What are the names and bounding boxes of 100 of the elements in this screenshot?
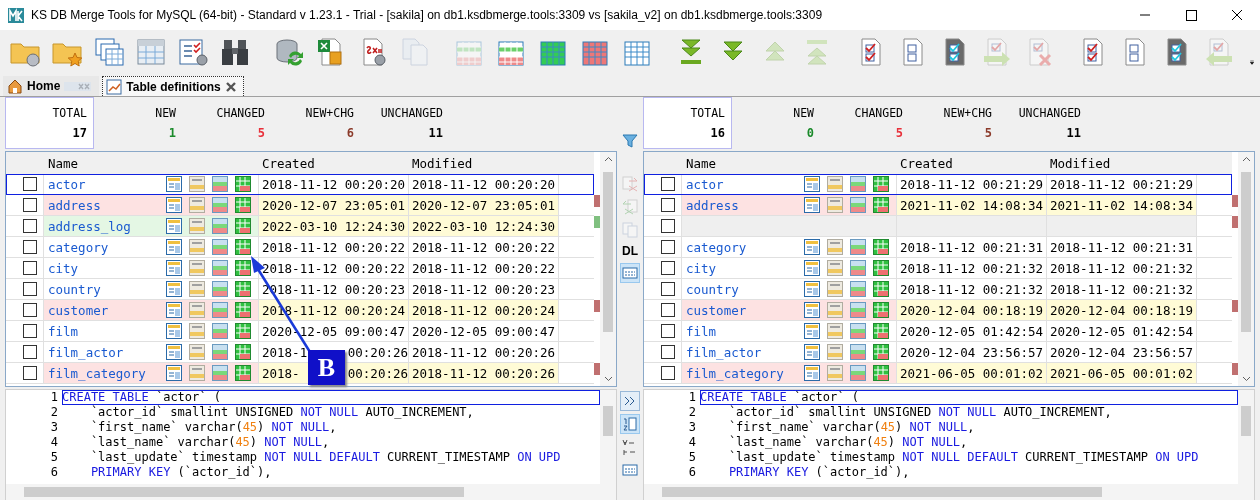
data-grid-icon[interactable]	[211, 322, 229, 340]
close-icon[interactable]	[224, 80, 237, 93]
data-grid-icon[interactable]	[849, 280, 867, 298]
definition-icon[interactable]	[165, 280, 183, 298]
table-name[interactable]: actor	[48, 176, 160, 192]
select-icon[interactable]	[826, 301, 844, 319]
summary-tile[interactable]: TOTAL 16	[643, 97, 732, 149]
checkbox[interactable]	[22, 345, 37, 359]
definition-icon[interactable]	[803, 343, 821, 361]
summary-tile[interactable]: NEW+CHG 6	[272, 97, 361, 149]
data-grid-icon[interactable]	[849, 238, 867, 256]
column-header[interactable]: Name	[44, 155, 259, 171]
checkbox[interactable]	[660, 345, 675, 359]
tab[interactable]: Table definitions	[102, 76, 244, 96]
definition-icon[interactable]	[165, 301, 183, 319]
definition-icon[interactable]	[165, 343, 183, 361]
checkbox[interactable]	[22, 177, 37, 191]
scrollbar[interactable]	[6, 484, 616, 500]
table-row[interactable]: address_log 2022-03-10 12:24:30 2022-03-10 12:24:30	[6, 216, 594, 237]
diff-grid-icon[interactable]	[872, 343, 890, 361]
definition-icon[interactable]	[803, 280, 821, 298]
table-name[interactable]: country	[686, 281, 798, 297]
checkbox[interactable]	[22, 282, 37, 296]
column-header[interactable]: Created	[259, 155, 409, 171]
database-sync-icon[interactable]	[273, 36, 305, 68]
diff-grid-icon[interactable]	[872, 301, 890, 319]
column-header[interactable]: Modified	[409, 155, 559, 171]
select-icon[interactable]	[188, 238, 206, 256]
select-icon[interactable]	[188, 343, 206, 361]
summary-tile[interactable]: NEW+CHG 5	[910, 97, 999, 149]
diff-grid-icon[interactable]	[872, 259, 890, 277]
checkbox[interactable]	[660, 240, 675, 254]
summary-tile[interactable]: CHANGED 5	[821, 97, 910, 149]
table-row[interactable]: actor 2018-11-12 00:21:29 2018-11-12 00:21:29	[644, 174, 1232, 195]
table-name[interactable]: film_actor	[48, 344, 160, 360]
definition-icon[interactable]	[803, 301, 821, 319]
table-name[interactable]: actor	[686, 176, 798, 192]
checkbox[interactable]	[660, 282, 675, 296]
summary-tile[interactable]: UNCHANGED 11	[999, 97, 1088, 149]
table-row[interactable]: city 2018-11-12 00:21:32 2018-11-12 00:21:32	[644, 258, 1232, 279]
data-grid-icon[interactable]	[211, 364, 229, 382]
column-header[interactable]: Name	[682, 155, 897, 171]
numbered-list-icon[interactable]	[620, 414, 640, 434]
table-row[interactable]: address 2021-11-02 14:08:34 2021-11-02 14:08:34	[644, 195, 1232, 216]
select-icon[interactable]	[188, 175, 206, 193]
data-grid-icon[interactable]	[211, 238, 229, 256]
checkbox[interactable]	[22, 324, 37, 338]
diff-grid-icon[interactable]	[234, 259, 252, 277]
code-editor[interactable]	[643, 389, 1255, 500]
table-row[interactable]: actor 2018-11-12 00:20:20 2018-11-12 00:20:20	[6, 174, 594, 195]
checkbox[interactable]	[660, 219, 675, 233]
table-name[interactable]: category	[48, 239, 160, 255]
select-icon[interactable]	[188, 280, 206, 298]
scrollbar[interactable]	[600, 152, 616, 386]
select-icon[interactable]	[826, 364, 844, 382]
chevron-right-icon[interactable]	[620, 391, 640, 411]
data-grid-icon[interactable]	[849, 259, 867, 277]
definition-icon[interactable]	[803, 364, 821, 382]
summary-tile[interactable]: CHANGED 5	[183, 97, 272, 149]
diff-grid-icon[interactable]	[234, 196, 252, 214]
table-row[interactable]: customer 2020-12-04 00:18:19 2020-12-04 00:18:19	[644, 300, 1232, 321]
diff-grid-icon[interactable]	[234, 280, 252, 298]
table-row[interactable]: category 2018-11-12 00:21:31 2018-11-12 00:21:31	[644, 237, 1232, 258]
data-grid-icon[interactable]	[211, 217, 229, 235]
data-grid-icon[interactable]	[211, 196, 229, 214]
definition-icon[interactable]	[165, 259, 183, 277]
select-icon[interactable]	[826, 259, 844, 277]
definition-icon[interactable]	[165, 364, 183, 382]
data-grid-icon[interactable]	[211, 259, 229, 277]
data-grid-icon[interactable]	[849, 343, 867, 361]
table-name[interactable]: film	[686, 323, 798, 339]
data-grid-icon[interactable]	[211, 343, 229, 361]
select-icon[interactable]	[826, 238, 844, 256]
tab[interactable]: Home	[3, 76, 100, 96]
checkbox[interactable]	[22, 198, 37, 212]
panel-icon[interactable]	[620, 263, 640, 283]
select-icon[interactable]	[188, 259, 206, 277]
scrollbar[interactable]	[1238, 152, 1254, 386]
diff-grid-icon[interactable]	[234, 217, 252, 235]
code-editor[interactable]	[5, 389, 617, 500]
table-name[interactable]: film_actor	[686, 344, 798, 360]
table-row[interactable]: category 2018-11-12 00:20:22 2018-11-12 00:20:22	[6, 237, 594, 258]
select-icon[interactable]	[826, 175, 844, 193]
definition-icon[interactable]	[803, 175, 821, 193]
diff-grid-icon[interactable]	[234, 343, 252, 361]
definition-icon[interactable]	[803, 259, 821, 277]
checkbox[interactable]	[660, 324, 675, 338]
select-icon[interactable]	[826, 196, 844, 214]
table-name[interactable]: city	[48, 260, 160, 276]
select-icon[interactable]	[826, 322, 844, 340]
scrollbar[interactable]	[600, 390, 616, 484]
definition-icon[interactable]	[803, 238, 821, 256]
table-row[interactable]: address 2020-12-07 23:05:01 2020-12-07 23:05:01	[6, 195, 594, 216]
select-icon[interactable]	[188, 196, 206, 214]
select-icon[interactable]	[826, 343, 844, 361]
scroll-thumb[interactable]	[1241, 172, 1251, 332]
select-icon[interactable]	[826, 280, 844, 298]
filter-icon[interactable]	[622, 133, 638, 149]
tables-icon[interactable]	[93, 36, 125, 68]
diff-grid-icon[interactable]	[234, 322, 252, 340]
